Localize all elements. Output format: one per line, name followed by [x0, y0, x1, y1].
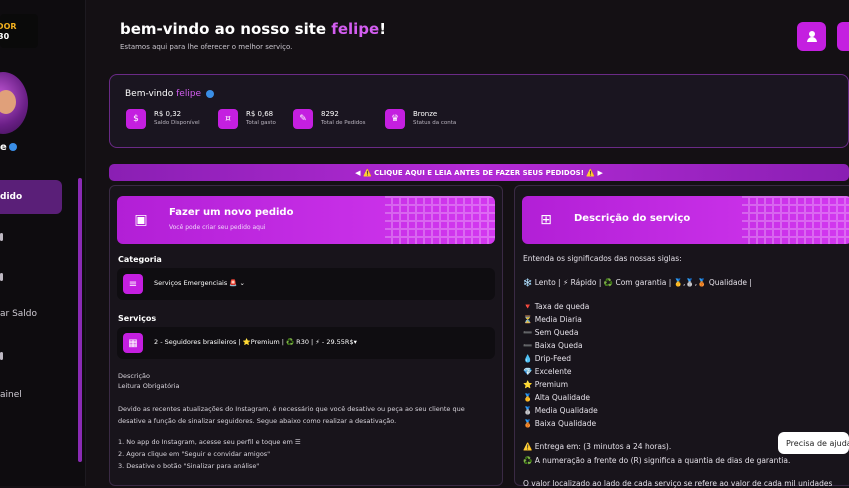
service-value: 2 - Seguidores brasileiros | ⭐Premium | … — [154, 338, 357, 346]
legend-item: 🥇 Alta Qualidade — [523, 393, 591, 402]
legend-item: 🥈 Media Qualidade — [523, 406, 598, 415]
category-select[interactable]: ≡ Serviços Emergenciais 🚨 ⌄ — [117, 268, 495, 300]
maze-pattern — [385, 196, 495, 244]
new-order-banner: ▣ Fazer um novo pedido Você pode criar s… — [117, 196, 495, 244]
crown-icon: ♛ — [385, 109, 405, 129]
service-description-banner: ⊞ Descrição do serviço — [522, 196, 849, 244]
page-title: bem-vindo ao nosso site felipe! — [120, 20, 387, 38]
sidebar-item-new-order[interactable]: dido — [0, 180, 62, 214]
page-subtitle: Estamos aqui para lhe oferecer o melhor … — [120, 43, 293, 51]
box-icon: ▣ — [134, 212, 148, 228]
sidebar-item-label: dido — [0, 192, 23, 202]
legend-intro: Entenda os significados das nossas sigla… — [523, 254, 682, 263]
description-line: 3. Desative o botão "Sinalizar para anál… — [118, 462, 260, 470]
help-button[interactable]: Precisa de ajuda — [778, 432, 849, 454]
list-icon: ≡ — [123, 274, 143, 294]
logo-text-number: 30 — [0, 32, 10, 41]
description-line: desative a função de sinalizar seguidore… — [118, 417, 397, 425]
sidebar: EEDOR 30 e dido ar Saldo ainel — [0, 0, 86, 486]
sidebar-item-label: ainel — [0, 390, 22, 400]
stats-welcome: Bem-vindo felipe — [125, 89, 214, 99]
category-label: Categoria — [118, 255, 162, 264]
verified-icon — [8, 143, 17, 151]
services-label: Serviços — [118, 314, 157, 323]
money-icon: ¤ — [218, 109, 238, 129]
sidebar-item-add-balance[interactable]: ar Saldo — [0, 297, 62, 331]
sidebar-item-2[interactable] — [0, 233, 3, 241]
maze-pattern — [742, 196, 849, 244]
description-line: 2. Agora clique em "Seguir e convidar am… — [118, 450, 271, 458]
legend-item: ⏳ Media Diaria — [523, 315, 582, 324]
avatar[interactable] — [0, 72, 28, 134]
user-icon — [806, 31, 817, 42]
caret-down-icon: ▾ — [353, 338, 357, 346]
ticket-icon: ✎ — [293, 109, 313, 129]
description-label: Descrição — [118, 372, 150, 380]
sidebar-scrollbar[interactable] — [78, 178, 82, 462]
legend-item: ⭐ Premium — [523, 380, 569, 389]
sidebar-item-3[interactable] — [0, 273, 3, 281]
extra-header-button[interactable] — [837, 22, 849, 51]
sidebar-username: e — [0, 142, 17, 153]
account-stats-card: Bem-vindo felipe $ R$ 0,32 Saldo Disponí… — [109, 74, 849, 148]
service-select[interactable]: ▦ 2 - Seguidores brasileiros | ⭐Premium … — [117, 327, 495, 359]
profile-button[interactable] — [797, 22, 826, 51]
verified-icon — [205, 89, 214, 98]
chat-plus-icon: ⊞ — [540, 212, 552, 228]
sidebar-item-label: ar Saldo — [0, 309, 38, 319]
logo[interactable]: EEDOR 30 — [0, 14, 38, 48]
description-line: Devido as recentes atualizações do Insta… — [118, 405, 465, 413]
delivery-info: ⚠️ Entrega em: (3 minutos a 24 horas). — [523, 442, 672, 451]
logo-text: EEDOR — [0, 22, 17, 31]
price-info: O valor localizado ao lado de cada servi… — [523, 479, 833, 488]
legend-item: 💎 Excelente — [523, 367, 572, 376]
new-order-subtitle: Você pode criar seu pedido aqui — [169, 224, 266, 231]
service-description-title: Descrição do serviço — [574, 213, 691, 224]
guarantee-info: ♻️ A numeração a frente do (R) significa… — [523, 456, 791, 465]
sidebar-item-panel[interactable]: ainel — [0, 378, 62, 412]
description-line: 1. No app do Instagram, acesse seu perfi… — [118, 438, 301, 446]
legend-item: ➖ Sem Queda — [523, 328, 579, 337]
wallet-icon: $ — [126, 109, 146, 129]
read-before-order-banner[interactable]: ◀ ⚠️ CLIQUE AQUI E LEIA ANTES DE FAZER S… — [109, 164, 849, 181]
legend-item: 🥉 Baixa Qualidade — [523, 419, 597, 428]
category-value: Serviços Emergenciais 🚨 ⌄ — [154, 279, 245, 287]
new-order-title: Fazer um novo pedido — [169, 207, 294, 218]
description-line: Leitura Obrigatória — [118, 382, 180, 390]
legend-item: 💧 Drip-Feed — [523, 354, 572, 363]
gift-icon: ▦ — [123, 333, 143, 353]
legend-item: 🔻 Taxa de queda — [523, 302, 590, 311]
legend-item: ➖ Baixa Queda — [523, 341, 583, 350]
legend-line: ❄️ Lento | ⚡ Rápido | ♻️ Com garantia | … — [523, 278, 752, 287]
sidebar-item-5[interactable] — [0, 352, 3, 360]
chevron-down-icon: ⌄ — [239, 279, 245, 287]
